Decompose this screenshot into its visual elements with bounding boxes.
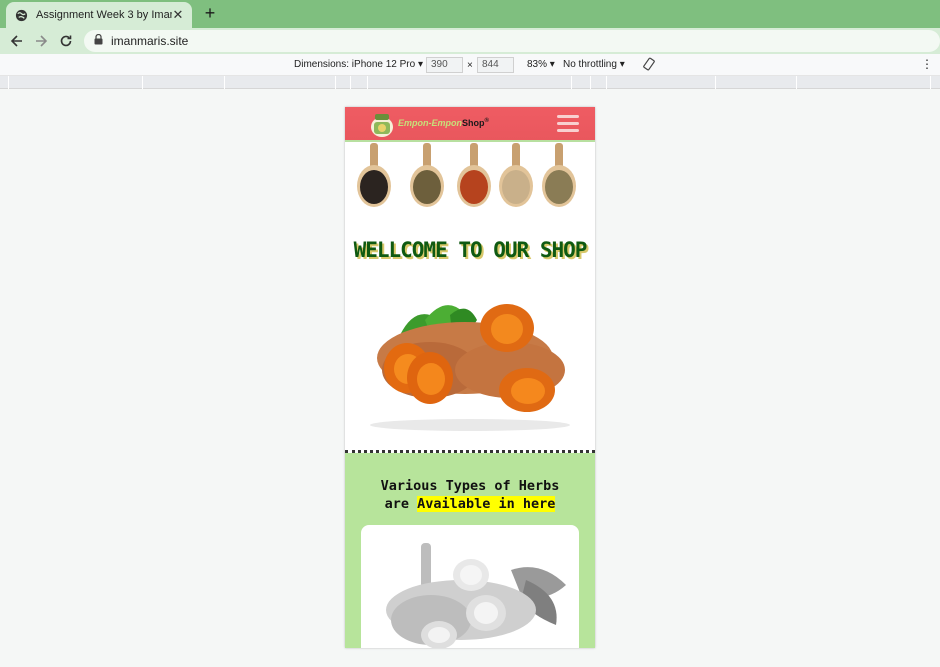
new-tab-icon[interactable]: + [201,3,219,24]
site-header: Empon-EmponShop® [345,107,595,142]
logo-jar-icon[interactable] [369,112,395,138]
throttling-label: No throttling [563,59,617,70]
device-select[interactable]: Dimensions: iPhone 12 Pro ▾ [294,59,423,70]
more-options-icon[interactable]: ⋮ [921,57,933,71]
herbs-heading-line1: Various Types of Herbs [380,478,560,494]
rotate-icon[interactable] [642,57,656,74]
browser-toolbar: imanmaris.site [0,28,940,54]
logo-mark: ® [484,118,489,124]
throttling-select[interactable]: No throttling ▾ [563,59,625,70]
reload-icon[interactable] [57,32,75,50]
zoom-label: 83% [527,59,548,70]
herbs-heading-prefix: are [384,496,418,512]
zoom-select[interactable]: 83% ▾ [527,59,555,70]
device-toolbar: Dimensions: iPhone 12 Pro ▾ 390 × 844 83… [0,54,940,76]
address-bar[interactable]: imanmaris.site [84,30,940,52]
herbs-heading-line2: are Available in here [345,495,595,513]
height-input[interactable]: 844 [477,57,514,73]
media-query-ruler [0,76,940,89]
turmeric-image [370,304,570,431]
device-viewport: Empon-EmponShop® WELLCOME TO OUR SHOP Va… [345,107,595,648]
browser-tab[interactable]: Assignment Week 3 by Iman ✕ [6,2,192,28]
tab-title: Assignment Week 3 by Iman [36,9,172,21]
herb-card[interactable] [361,525,579,648]
forward-icon[interactable] [32,32,50,50]
globe-icon [14,8,28,22]
logo-part1: Empon-Empon [398,118,462,128]
herbs-section: Various Types of Herbs are Available in … [345,453,595,648]
spices-banner: WELLCOME TO OUR SHOP [345,143,595,262]
device-label: Dimensions: iPhone 12 Pro [294,59,416,70]
galangal-image [386,543,566,648]
herbs-heading-highlight: Available in here [417,496,556,512]
back-icon[interactable] [8,32,26,50]
hamburger-menu-icon[interactable] [557,115,579,133]
url-text: imanmaris.site [111,34,189,48]
dimension-separator: × [467,60,473,71]
close-tab-icon[interactable]: ✕ [172,7,184,23]
tab-strip: Assignment Week 3 by Iman ✕ + [0,0,940,28]
width-input[interactable]: 390 [426,57,463,73]
herbs-heading: Various Types of Herbs are Available in … [345,477,595,513]
logo-text[interactable]: Empon-EmponShop® [398,118,489,128]
lock-icon [94,33,103,48]
turmeric-section [345,260,595,453]
logo-part2: Shop [462,118,485,128]
welcome-heading: WELLCOME TO OUR SHOP [353,238,588,262]
